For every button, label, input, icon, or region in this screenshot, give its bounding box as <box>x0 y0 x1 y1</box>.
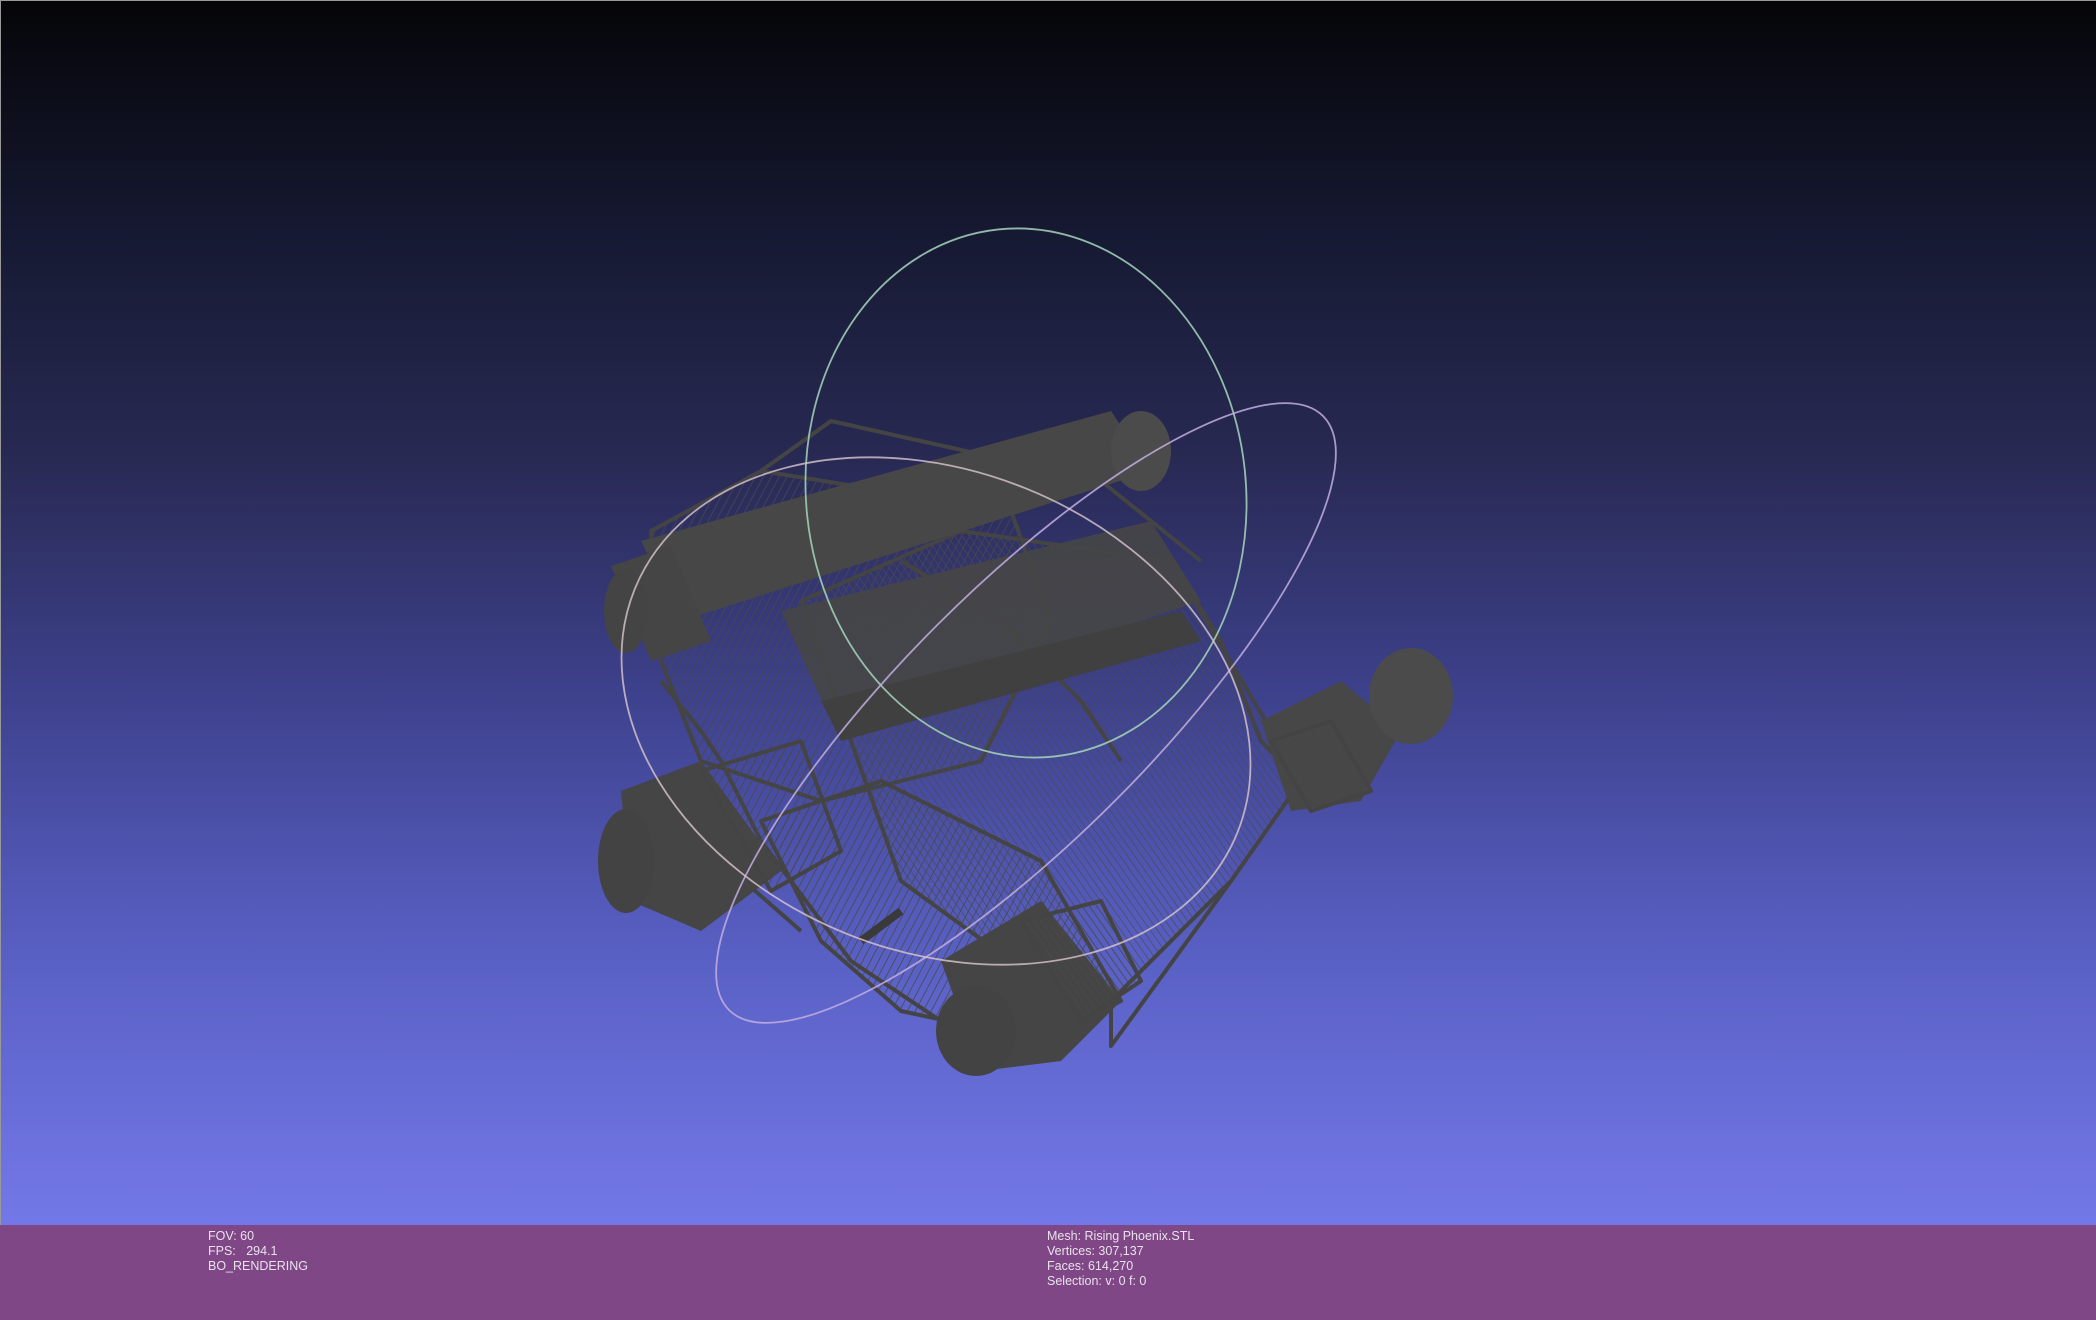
render-info: FOV: 60 FPS: 294.1 BO_RENDERING <box>208 1229 308 1274</box>
mesh-engine-right <box>1261 648 1453 813</box>
mesh-scene[interactable] <box>1 1 2096 1226</box>
face-count: Faces: 614,270 <box>1047 1259 1134 1273</box>
selection-info: Selection: v: 0 f: 0 <box>1047 1274 1147 1288</box>
mesh-name: Mesh: Rising Phoenix.STL <box>1047 1229 1195 1243</box>
fov-readout: FOV: 60 <box>208 1229 255 1243</box>
info-bar: FOV: 60 FPS: 294.1 BO_RENDERING Mesh: Ri… <box>0 1225 2096 1320</box>
meshlab-window: FOV: 60 FPS: 294.1 BO_RENDERING Mesh: Ri… <box>0 0 2096 1320</box>
fps-readout: FPS: 294.1 <box>208 1244 278 1258</box>
mesh-info: Mesh: Rising Phoenix.STL Vertices: 307,1… <box>1047 1229 1194 1289</box>
mesh-model[interactable] <box>598 411 1453 1076</box>
3d-viewport[interactable] <box>0 0 2096 1225</box>
vertex-count: Vertices: 307,137 <box>1047 1244 1144 1258</box>
render-mode: BO_RENDERING <box>208 1259 309 1273</box>
